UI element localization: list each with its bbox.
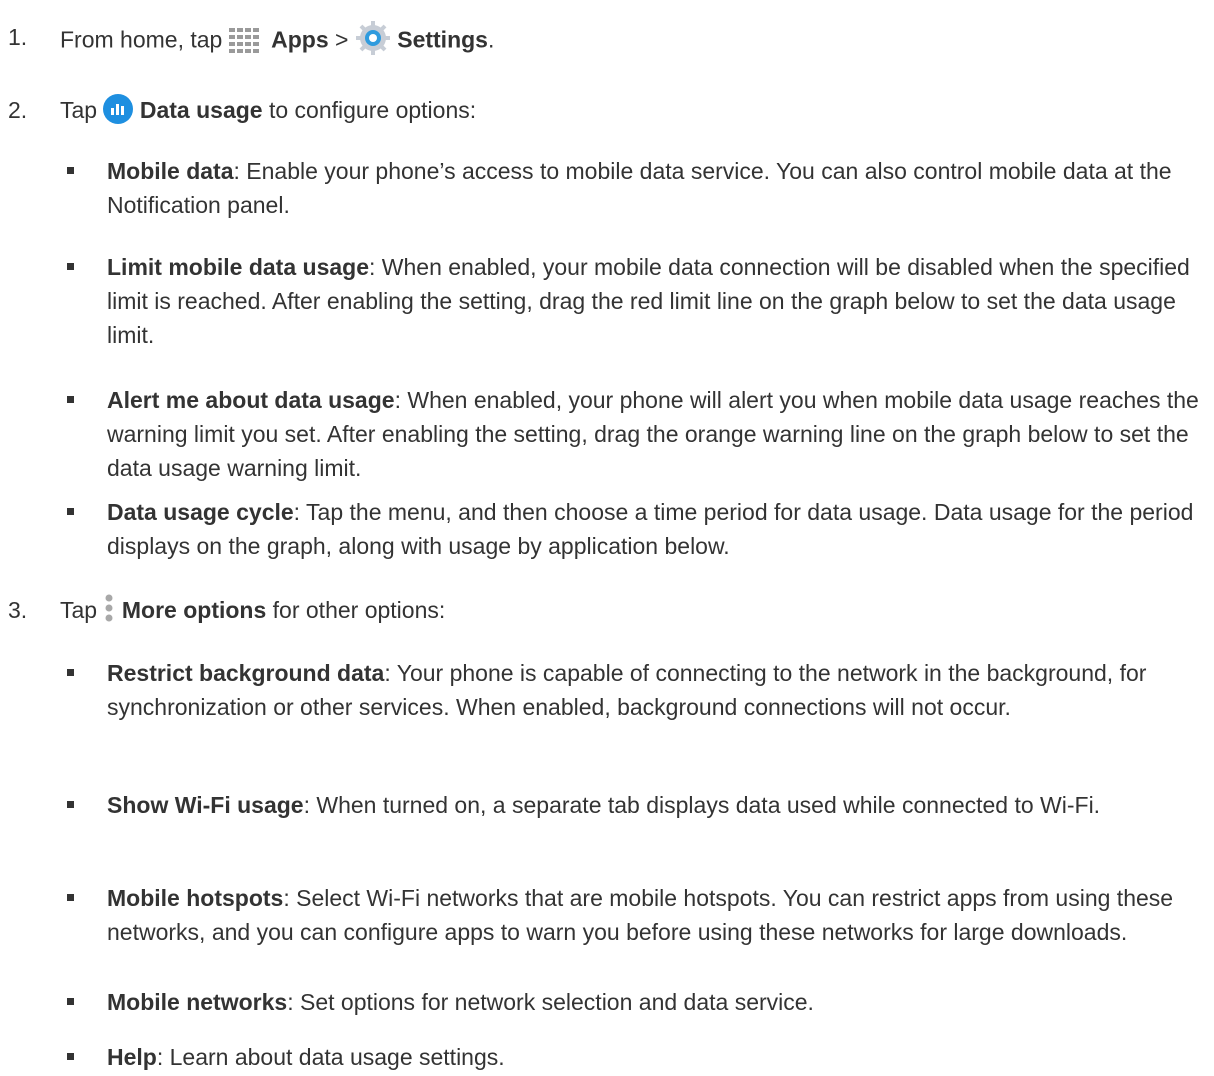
step-number: 1. xyxy=(8,24,28,50)
settings-gear-icon xyxy=(355,20,391,63)
option-description: : Learn about data usage settings. xyxy=(156,1044,505,1070)
step-text-end: for other options: xyxy=(272,597,446,623)
option-label: Alert me about data usage xyxy=(107,387,395,413)
option-label: Help xyxy=(107,1044,157,1070)
step-text: From home, tap xyxy=(60,26,223,53)
bullet-marker xyxy=(67,998,74,1005)
period: . xyxy=(487,26,495,53)
instructions-document: 1. From home, tap Apps > Settings. 2. Ta… xyxy=(0,0,1214,1076)
bullet-marker xyxy=(67,263,74,270)
bullet-marker xyxy=(67,894,74,901)
bullet-marker xyxy=(67,801,74,808)
option-label: Restrict background data xyxy=(107,660,385,686)
option-label: Data usage cycle xyxy=(107,499,294,525)
step-text-end: to configure options: xyxy=(268,97,477,123)
bullet-marker xyxy=(67,508,74,515)
bullet-marker xyxy=(67,669,74,676)
option-label: Mobile data xyxy=(107,158,234,184)
data-usage-label: Data usage xyxy=(139,97,263,123)
data-usage-icon xyxy=(103,93,134,130)
bullet-marker xyxy=(67,1053,74,1060)
bullet-marker xyxy=(67,167,74,174)
more-options-icon xyxy=(103,594,115,630)
step-text: Tap xyxy=(60,97,98,123)
apps-grid-icon xyxy=(228,25,265,59)
option-description: : Set options for network selection and … xyxy=(287,989,814,1015)
settings-label: Settings xyxy=(397,26,488,53)
option-label: Show Wi-Fi usage xyxy=(107,792,304,818)
separator: > xyxy=(335,26,349,53)
option-label: Limit mobile data usage xyxy=(107,254,369,280)
step-number: 2. xyxy=(8,97,28,123)
option-label: Mobile networks xyxy=(107,989,288,1015)
step-text: Tap xyxy=(60,597,98,623)
option-label: Mobile hotspots xyxy=(107,885,284,911)
more-options-label: More options xyxy=(121,597,267,623)
option-description: : When turned on, a separate tab display… xyxy=(303,792,1101,818)
bullet-marker xyxy=(67,396,74,403)
apps-label: Apps xyxy=(271,26,329,53)
option-description: : Enable your phone’s access to mobile d… xyxy=(107,158,1172,218)
step-number: 3. xyxy=(8,597,28,623)
